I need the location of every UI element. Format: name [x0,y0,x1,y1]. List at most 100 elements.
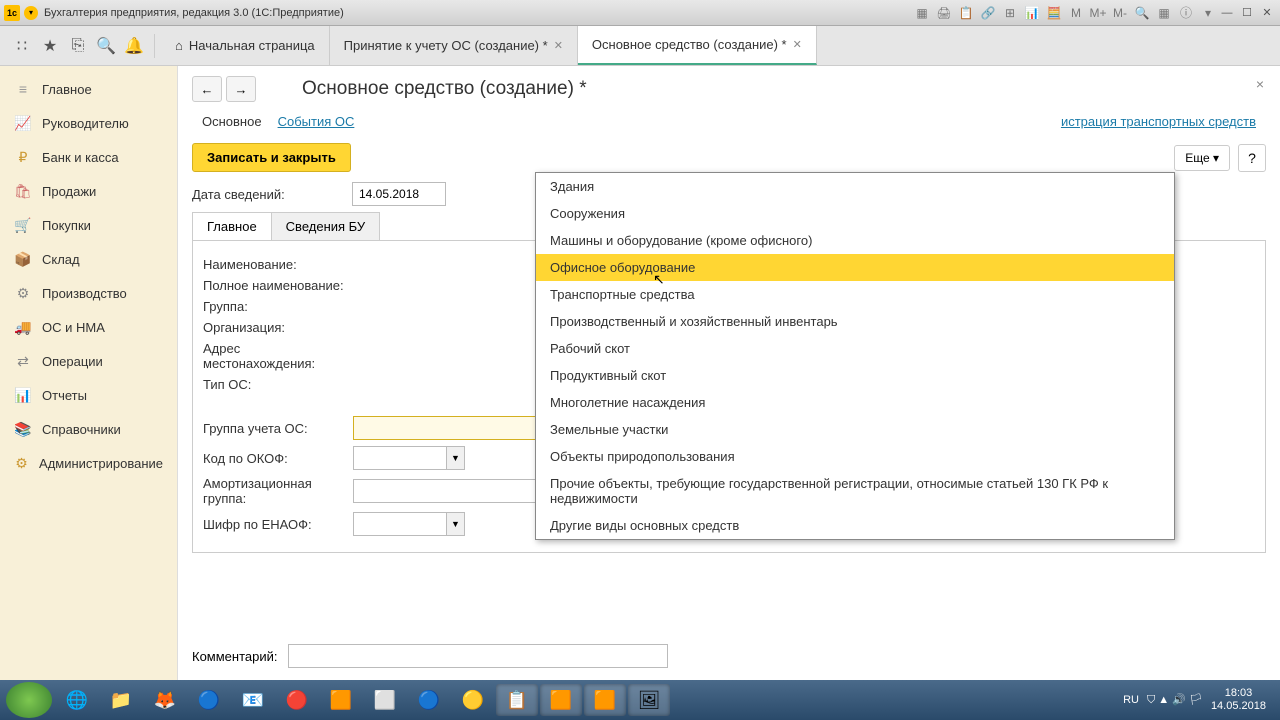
forward-button[interactable]: → [226,76,256,102]
window-title: Бухгалтерия предприятия, редакция 3.0 (1… [44,7,914,19]
tray-clock[interactable]: 18:03 14.05.2018 [1211,687,1266,713]
sidebar-item[interactable]: 🚚ОС и НМА [0,310,177,344]
dropdown-option[interactable]: Рабочий скот [536,335,1174,362]
toolbar-icon[interactable]: ▾ [1200,5,1216,21]
toolbar-icon[interactable]: 🧮 [1046,5,1062,21]
taskbar-item[interactable]: 📧 [232,684,274,716]
system-tray: RU ⛉ ▲ 🔊 🏳 18:03 14.05.2018 [1123,687,1274,713]
toolbar-icon[interactable]: ⊞ [1002,5,1018,21]
sidebar-icon: 🚚 [14,318,32,336]
top-tool-icon[interactable]: ∷ [8,32,36,60]
sidebar-icon: 📚 [14,420,32,438]
close-icon[interactable]: × [1256,76,1264,92]
toolbar-icon[interactable]: 🖨 [936,5,952,21]
dropdown-option[interactable]: Машины и оборудование (кроме офисного) [536,227,1174,254]
sidebar-item[interactable]: ⚙Производство [0,276,177,310]
save-close-button[interactable]: Записать и закрыть [192,143,351,172]
dropdown-option[interactable]: Транспортные средства [536,281,1174,308]
taskbar-item[interactable]: 🔴 [276,684,318,716]
window-control-icon[interactable]: ✕ [1258,5,1276,19]
top-tool-icon[interactable]: ⎘ [64,32,92,60]
sidebar-item[interactable]: ⚙Администрирование [0,446,177,480]
dropdown-option[interactable]: Объекты природопользования [536,443,1174,470]
dropdown-option[interactable]: Офисное оборудование [536,254,1174,281]
toolbar-icon[interactable]: 📊 [1024,5,1040,21]
toolbar-icon[interactable]: 🔗 [980,5,996,21]
tab[interactable]: Основное средство (создание) *✕ [578,26,817,65]
tab[interactable]: ⌂Начальная страница [161,26,330,65]
window-control-icon[interactable]: ☐ [1238,5,1256,19]
tab-close-icon[interactable]: ✕ [554,39,563,52]
dropdown-option[interactable]: Продуктивный скот [536,362,1174,389]
sidebar-item[interactable]: 📦Склад [0,242,177,276]
date-input[interactable] [352,182,446,206]
acct-group-label: Группа учета ОС: [203,421,353,436]
sidebar-label: Руководителю [42,116,129,131]
toolbar-icon[interactable]: 📋 [958,5,974,21]
toolbar-icon[interactable]: 🔍 [1134,5,1150,21]
sidebar-item[interactable]: 🛒Покупки [0,208,177,242]
okof-dd-icon[interactable]: ▼ [447,446,465,470]
top-tool-icon[interactable]: 🔔 [120,32,148,60]
sidebar-icon: ⇄ [14,352,32,370]
inner-tab-bu[interactable]: Сведения БУ [271,212,381,240]
sidebar-item[interactable]: ≡Главное [0,72,177,106]
start-button[interactable] [6,682,52,718]
enaof-dd-icon[interactable]: ▼ [447,512,465,536]
subtab-events[interactable]: События ОС [278,114,355,129]
sidebar-item[interactable]: 📈Руководителю [0,106,177,140]
taskbar-item[interactable]: 📋 [496,684,538,716]
toolbar-icon[interactable]: M- [1112,5,1128,21]
sidebar-item[interactable]: 📚 Справочники [0,412,177,446]
taskbar-item[interactable]: 🟡 [452,684,494,716]
dropdown-option[interactable]: Производственный и хозяйственный инвента… [536,308,1174,335]
taskbar-item[interactable]: 📁 [100,684,142,716]
window-control-icon[interactable]: — [1218,6,1236,20]
taskbar-item[interactable]: 🟧 [540,684,582,716]
sidebar-item[interactable]: ⇄ Операции [0,344,177,378]
sidebar-item[interactable]: 📊Отчеты [0,378,177,412]
taskbar-item[interactable]: 🟧 [320,684,362,716]
inner-tab-main[interactable]: Главное [192,212,272,240]
toolbar-icon[interactable]: M+ [1090,5,1106,21]
dropdown-option[interactable]: Многолетние насаждения [536,389,1174,416]
sidebar-item[interactable]: 🛍Продажи [0,174,177,208]
tab-close-icon[interactable]: ✕ [793,38,802,51]
taskbar-item[interactable]: 🖼 [628,684,670,716]
vehicle-reg-link[interactable]: истрация транспортных средств [1061,114,1256,129]
top-tool-icon[interactable]: ★ [36,32,64,60]
toolbar-icon[interactable]: ⓘ [1178,5,1194,21]
dropdown-icon[interactable]: ▾ [24,6,38,20]
sidebar-label: Операции [42,354,103,369]
enaof-input[interactable] [353,512,447,536]
separator [154,34,155,58]
taskbar-item[interactable]: 🌐 [56,684,98,716]
sidebar-label: Справочники [42,422,121,437]
dropdown-option[interactable]: Другие виды основных средств [536,512,1174,539]
main-area: ≡Главное📈Руководителю₽Банк и касса🛍Прода… [0,66,1280,680]
more-button[interactable]: Еще ▾ [1174,145,1230,171]
taskbar-item[interactable]: 🦊 [144,684,186,716]
dropdown-option[interactable]: Сооружения [536,200,1174,227]
dropdown-option[interactable]: Земельные участки [536,416,1174,443]
comment-input[interactable] [288,644,668,668]
dropdown-option[interactable]: Здания [536,173,1174,200]
sub-tabs: Основное События ОС истрация транспортны… [192,110,1266,133]
tray-icons[interactable]: ⛉ ▲ 🔊 🏳 [1147,693,1203,707]
toolbar-icon[interactable]: ▦ [1156,5,1172,21]
okof-input[interactable] [353,446,447,470]
sidebar-item[interactable]: ₽Банк и касса [0,140,177,174]
taskbar-item[interactable]: 🔵 [408,684,450,716]
tray-lang[interactable]: RU [1123,694,1139,706]
back-button[interactable]: ← [192,76,222,102]
tab[interactable]: Принятие к учету ОС (создание) *✕ [330,26,578,65]
toolbar-icon[interactable]: ▦ [914,5,930,21]
taskbar-item[interactable]: ⬜ [364,684,406,716]
subtab-main[interactable]: Основное [202,114,262,129]
toolbar-icon[interactable]: M [1068,5,1084,21]
help-button[interactable]: ? [1238,144,1266,172]
taskbar-item[interactable]: 🔵 [188,684,230,716]
dropdown-option[interactable]: Прочие объекты, требующие государственно… [536,470,1174,512]
top-tool-icon[interactable]: 🔍 [92,32,120,60]
taskbar-item[interactable]: 🟧 [584,684,626,716]
